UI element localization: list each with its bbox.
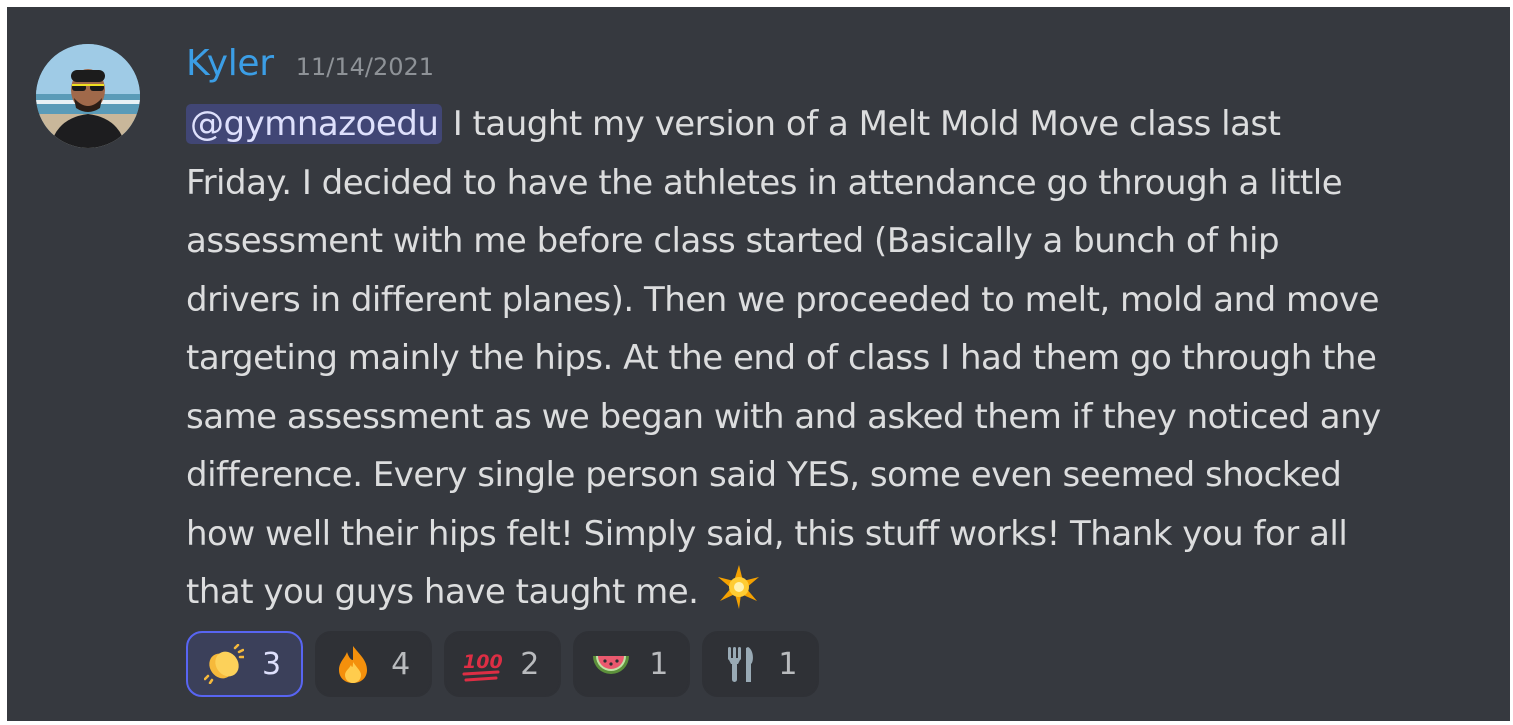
reaction-count: 4 xyxy=(391,646,411,682)
fire-icon xyxy=(333,644,373,684)
message-line: assessment with me before class started … xyxy=(186,221,1280,261)
reaction-fork-and-knife[interactable]: 1 xyxy=(702,631,820,697)
message-line: same assessment as we began with and ask… xyxy=(186,396,1381,437)
message-content: @gymnazoedu I taught my version of a Mel… xyxy=(186,95,1476,630)
fork-and-knife-icon xyxy=(720,644,760,684)
reaction-count: 1 xyxy=(778,646,798,682)
username[interactable]: Kyler xyxy=(186,43,274,84)
message-header: Kyler 11/14/2021 xyxy=(186,43,1486,93)
timestamp: 11/14/2021 xyxy=(295,53,435,81)
message-line: difference. Every single person said YES… xyxy=(186,455,1342,495)
reaction-watermelon[interactable]: 1 xyxy=(573,631,691,697)
clapping-hands-icon xyxy=(204,644,244,684)
reaction-clapping-hands[interactable]: 3 xyxy=(186,631,304,697)
reaction-fire[interactable]: 4 xyxy=(315,631,433,697)
avatar[interactable] xyxy=(36,44,140,148)
message-line: targeting mainly the hips. At the end of… xyxy=(186,338,1377,378)
message-line: drivers in different planes). Then we pr… xyxy=(186,279,1380,320)
sparkle-emoji-icon xyxy=(715,563,763,630)
message-line: I taught my version of a Melt Mold Move … xyxy=(442,104,1281,144)
message: Kyler 11/14/2021 @gymnazoedu I taught my… xyxy=(186,43,1486,630)
svg-text:100: 100 xyxy=(463,651,502,673)
user-mention[interactable]: @gymnazoedu xyxy=(186,104,443,144)
reaction-count: 3 xyxy=(262,646,282,682)
message-line: how well their hips felt! Simply said, t… xyxy=(186,513,1348,554)
reaction-count: 1 xyxy=(649,646,669,682)
reaction-count: 2 xyxy=(520,646,540,682)
reaction-hundred-points[interactable]: 100 2 xyxy=(444,631,562,697)
message-line: Friday. I decided to have the athletes i… xyxy=(186,162,1343,203)
reactions-bar: 3 4 100 2 1 1 xyxy=(186,631,820,697)
watermelon-icon xyxy=(591,644,631,684)
message-line: that you guys have taught me. xyxy=(186,572,709,612)
hundred-points-icon: 100 xyxy=(462,644,502,684)
message-panel: Kyler 11/14/2021 @gymnazoedu I taught my… xyxy=(7,7,1510,721)
